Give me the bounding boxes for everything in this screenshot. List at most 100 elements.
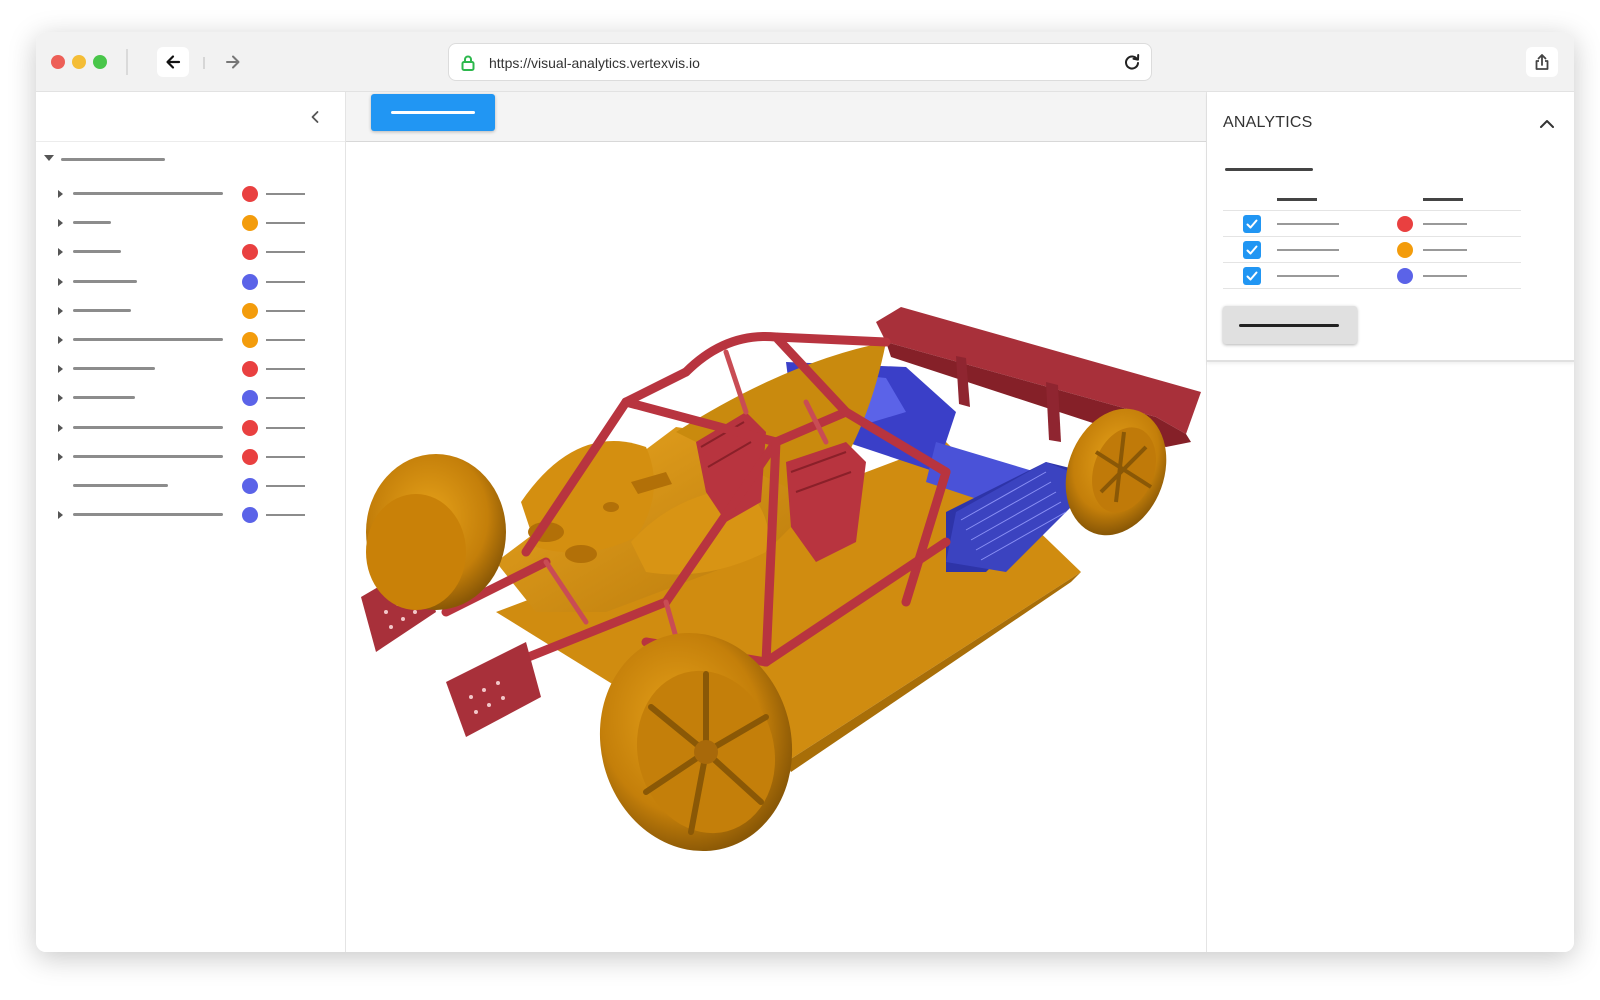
row-label-placeholder (1277, 275, 1339, 277)
row-label-placeholder (1277, 249, 1339, 251)
color-swatch[interactable] (1397, 268, 1413, 284)
tree-row-label-placeholder (73, 308, 131, 312)
row-label-placeholder (1277, 223, 1339, 225)
address-bar[interactable]: https://visual-analytics.vertexvis.io (448, 43, 1152, 81)
color-swatch[interactable] (242, 273, 258, 290)
tree-row-label-placeholder (73, 483, 168, 487)
viewer-toolbar (346, 92, 1206, 142)
tree-row-label-placeholder (73, 250, 121, 254)
scene-tree-header (36, 92, 345, 142)
tree-row-value-placeholder (266, 426, 305, 429)
caret-right-icon[interactable] (58, 452, 63, 461)
titlebar-divider (126, 49, 128, 75)
tree-root-label-placeholder (61, 158, 165, 161)
chevron-up-icon[interactable] (1537, 114, 1557, 134)
tree-root-row[interactable] (44, 152, 344, 168)
tree-row[interactable] (36, 209, 346, 238)
tree-row[interactable] (36, 180, 346, 209)
tree-row-label-placeholder (73, 454, 223, 458)
tree-row-value-placeholder (266, 514, 305, 517)
wheel-front-left (366, 454, 506, 610)
tree-row[interactable] (36, 238, 346, 267)
close-window-button[interactable] (51, 55, 65, 69)
tree-row[interactable] (36, 443, 346, 472)
tree-row-value-placeholder (266, 309, 305, 312)
color-swatch[interactable] (242, 419, 258, 436)
analytics-table (1223, 210, 1521, 289)
caret-right-icon[interactable] (58, 394, 63, 403)
tree-row[interactable] (36, 326, 346, 355)
caret-right-icon[interactable] (58, 335, 63, 344)
tree-row-value-placeholder (266, 193, 305, 195)
caret-right-icon[interactable] (58, 277, 63, 286)
lock-icon (461, 55, 475, 71)
color-swatch[interactable] (242, 186, 258, 202)
color-swatch[interactable] (1397, 216, 1413, 232)
tree-row-value-placeholder (266, 222, 305, 225)
car-model-render[interactable] (346, 142, 1206, 952)
primary-button-label-placeholder (391, 111, 475, 114)
share-icon (1535, 54, 1549, 70)
chevron-left-icon (311, 111, 319, 123)
nav-divider (203, 57, 205, 69)
caret-right-icon[interactable] (58, 190, 63, 198)
tree-row[interactable] (36, 384, 346, 413)
analytics-row (1223, 237, 1521, 263)
row-value-placeholder (1423, 223, 1467, 225)
caret-right-icon[interactable] (58, 248, 63, 257)
color-swatch[interactable] (242, 477, 258, 494)
minimize-window-button[interactable] (72, 55, 86, 69)
tree-row[interactable] (36, 501, 346, 530)
back-button[interactable] (157, 47, 189, 77)
forward-button[interactable] (217, 47, 249, 77)
color-swatch[interactable] (1397, 242, 1413, 258)
caret-right-icon[interactable] (58, 511, 63, 520)
tree-row-label-placeholder (73, 279, 137, 283)
color-swatch[interactable] (242, 390, 258, 407)
column-header-placeholder (1277, 198, 1317, 201)
row-value-placeholder (1423, 275, 1467, 277)
3d-viewer[interactable] (346, 142, 1206, 952)
tree-row[interactable] (36, 414, 346, 443)
share-button[interactable] (1526, 47, 1558, 77)
analytics-row (1223, 263, 1521, 289)
tree-row-label-placeholder (73, 221, 111, 225)
color-swatch[interactable] (242, 448, 258, 465)
tree-row[interactable] (36, 297, 346, 326)
color-swatch[interactable] (242, 331, 258, 348)
color-swatch[interactable] (242, 302, 258, 319)
color-swatch[interactable] (242, 361, 258, 378)
row-checkbox[interactable] (1243, 215, 1261, 233)
caret-right-icon[interactable] (58, 423, 63, 432)
maximize-window-button[interactable] (93, 55, 107, 69)
analytics-subtitle-placeholder (1225, 168, 1313, 171)
tree-row-label-placeholder (73, 337, 223, 341)
tree-row[interactable] (36, 472, 346, 501)
caret-right-icon[interactable] (58, 365, 63, 374)
tree-row-value-placeholder (266, 251, 305, 254)
analytics-title: ANALYTICS (1223, 114, 1313, 131)
tree-row[interactable] (36, 355, 346, 384)
tree-row-value-placeholder (266, 280, 305, 283)
color-swatch[interactable] (242, 215, 258, 232)
url-text[interactable]: https://visual-analytics.vertexvis.io (489, 55, 700, 71)
caret-down-icon[interactable] (44, 155, 54, 161)
color-swatch[interactable] (242, 507, 258, 524)
check-icon (1246, 219, 1258, 229)
browser-window: https://visual-analytics.vertexvis.io AN… (36, 32, 1574, 952)
primary-action-button[interactable] (371, 94, 495, 131)
color-swatch[interactable] (242, 244, 258, 261)
caret-right-icon[interactable] (58, 306, 63, 315)
collapse-panel-button[interactable] (304, 106, 326, 128)
tree-row-label-placeholder (73, 425, 223, 429)
row-checkbox[interactable] (1243, 267, 1261, 285)
caret-right-icon[interactable] (58, 219, 63, 228)
check-icon (1246, 271, 1258, 281)
reload-icon[interactable] (1123, 53, 1141, 71)
tree-row[interactable] (36, 268, 346, 297)
tree-row-value-placeholder (266, 455, 305, 458)
analytics-panel: ANALYTICS (1206, 92, 1574, 952)
check-icon (1246, 245, 1258, 255)
secondary-action-button[interactable] (1223, 306, 1357, 344)
row-checkbox[interactable] (1243, 241, 1261, 259)
